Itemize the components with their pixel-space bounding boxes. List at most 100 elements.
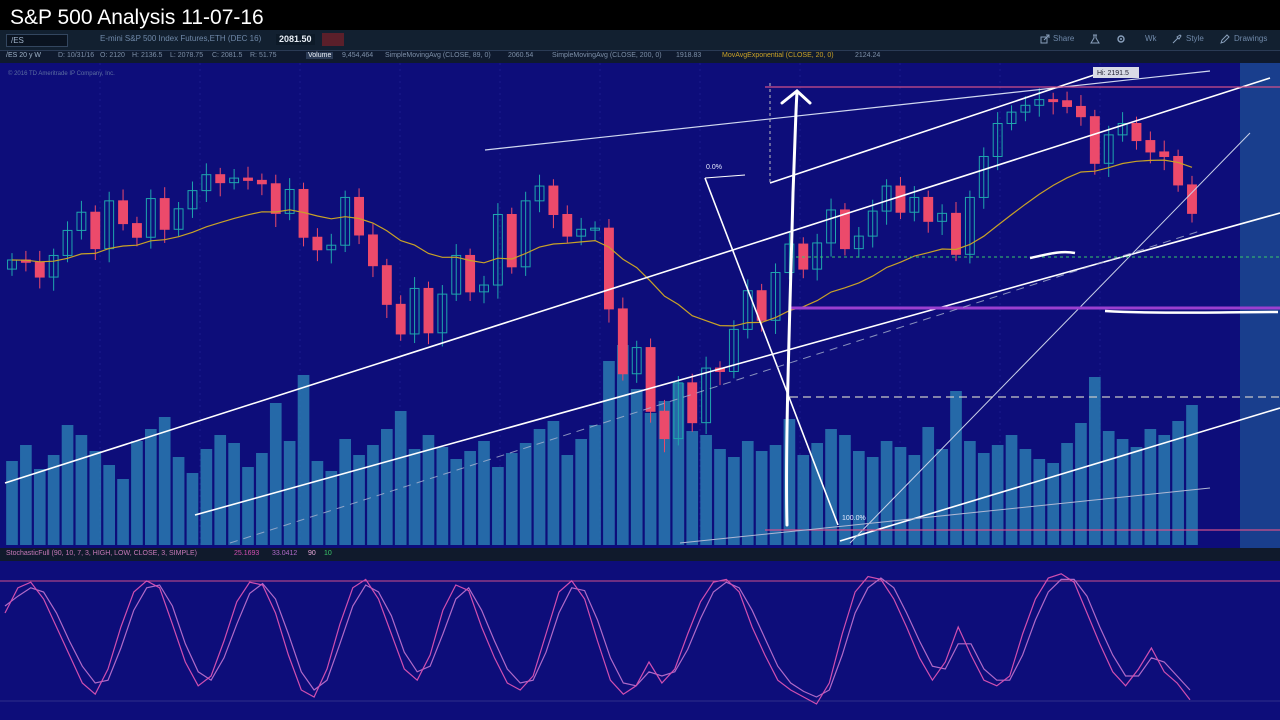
volume-bar <box>1102 431 1115 545</box>
volume-bar <box>380 429 393 545</box>
symbol-text: /ES <box>11 36 24 45</box>
stochastic-panel[interactable] <box>0 561 1280 720</box>
stochastic-panel-bg <box>0 561 1280 720</box>
candle-down <box>895 185 906 213</box>
stoch-k-value: 25.1693 <box>234 550 260 557</box>
volume-bar <box>89 451 102 545</box>
volume-bar <box>478 441 490 545</box>
volume-bar <box>33 469 46 545</box>
volume-bar <box>311 461 324 545</box>
price-axis-shade <box>1240 63 1280 548</box>
stochastic-header: StochasticFull (90, 10, 7, 3, HIGH, LOW,… <box>0 548 1280 561</box>
candle-down <box>354 196 365 236</box>
candle-down <box>118 200 129 225</box>
volume-bar <box>269 403 282 545</box>
candle-down <box>562 214 573 237</box>
volume-bar <box>436 447 449 545</box>
timeframe-button[interactable]: Wk <box>1145 34 1157 43</box>
fib-top-label: 0.0% <box>706 164 722 171</box>
volume-bar <box>131 441 143 545</box>
stochastic-label: StochasticFull (90, 10, 7, 3, HIGH, LOW,… <box>6 550 198 557</box>
volume-label: Volume <box>306 52 334 59</box>
candle-down <box>381 265 392 305</box>
volume-bar <box>644 413 657 545</box>
bar-open: O: 2120 <box>100 52 125 59</box>
drawings-button[interactable]: Drawings <box>1234 34 1267 43</box>
volume-bar <box>367 445 379 545</box>
candle-down <box>1159 151 1170 157</box>
volume-bar <box>242 467 254 545</box>
candle-down <box>603 227 614 310</box>
video-title-bar: S&P 500 Analysis 11-07-16 <box>0 0 1280 30</box>
timeframe-label: /ES 20 y W <box>6 52 42 59</box>
candle-down <box>1173 155 1184 186</box>
high-price-text: Hi: 2191.5 <box>1097 70 1129 77</box>
volume-bar <box>603 361 615 545</box>
candle-down <box>923 196 934 222</box>
volume-bar <box>547 421 560 545</box>
candle-down <box>215 174 226 184</box>
symbol-description: E-mini S&P 500 Index Futures,ETH (DEC 16… <box>100 34 262 43</box>
volume-bar <box>519 443 532 545</box>
candle-down <box>617 308 628 375</box>
volume-bar <box>728 457 740 545</box>
volume-bar <box>144 429 157 545</box>
style-button[interactable]: Style <box>1186 34 1204 43</box>
volume-bar <box>505 453 518 545</box>
candle-down <box>687 382 698 424</box>
candle-down <box>90 211 101 250</box>
candle-down <box>270 183 281 214</box>
volume-bar <box>186 473 199 545</box>
candle-down <box>1145 140 1156 153</box>
bar-high: H: 2136.5 <box>132 52 163 59</box>
bar-range: R: 51.75 <box>250 52 277 59</box>
volume-bar <box>408 449 421 545</box>
candle-down <box>1075 105 1086 118</box>
overbought-value: 90 <box>308 550 316 557</box>
volume-bar <box>797 455 810 545</box>
share-icon[interactable] <box>1040 34 1050 44</box>
volume-bar <box>533 429 546 545</box>
volume-bar <box>61 425 74 545</box>
volume-bar <box>852 451 865 545</box>
bar-close: C: 2081.5 <box>212 52 243 59</box>
volume-bar <box>117 479 129 545</box>
flask-icon[interactable] <box>1090 34 1100 44</box>
pencil-icon[interactable] <box>1220 34 1230 44</box>
volume-bar <box>20 445 32 545</box>
candle-down <box>312 236 323 251</box>
volume-bar <box>492 467 504 545</box>
candle-down <box>1062 100 1073 107</box>
volume-value: 9,454,464 <box>342 52 374 59</box>
volume-bar <box>741 441 754 545</box>
volume-bar <box>714 449 726 545</box>
candle-down <box>1048 99 1059 103</box>
candle-down <box>256 179 267 185</box>
stoch-d-value: 33.0412 <box>272 550 298 557</box>
volume-bar <box>700 435 712 545</box>
net-change-badge <box>322 33 344 46</box>
volume-bar <box>1075 423 1087 545</box>
bar-date: D: 10/31/16 <box>58 52 95 59</box>
volume-bar <box>200 449 213 545</box>
volume-bar <box>339 439 352 545</box>
oversold-value: 10 <box>324 550 332 557</box>
volume-bar <box>908 455 921 545</box>
candle-down <box>34 261 45 278</box>
gear-icon[interactable] <box>1116 34 1126 44</box>
volume-bar <box>950 391 962 545</box>
volume-bar <box>394 411 407 545</box>
style-icon[interactable] <box>1172 34 1182 44</box>
share-button[interactable]: Share <box>1053 34 1074 43</box>
volume-bar <box>922 427 935 545</box>
volume-bar <box>1088 377 1101 545</box>
volume-bar <box>283 441 296 545</box>
volume-bar <box>325 471 338 545</box>
candle-down <box>243 177 253 181</box>
volume-bar <box>75 435 88 545</box>
sma2-label: SimpleMovingAvg (CLOSE, 200, 0) <box>552 52 662 59</box>
copyright-text: © 2016 TD Ameritrade IP Company, Inc. <box>8 70 115 77</box>
volume-bar <box>755 451 768 545</box>
symbol-input[interactable]: /ES <box>6 34 68 47</box>
price-chart-panel[interactable]: 0.0% 100.0% Hi: 2191.5 © 2016 TD Ameritr… <box>0 63 1280 548</box>
